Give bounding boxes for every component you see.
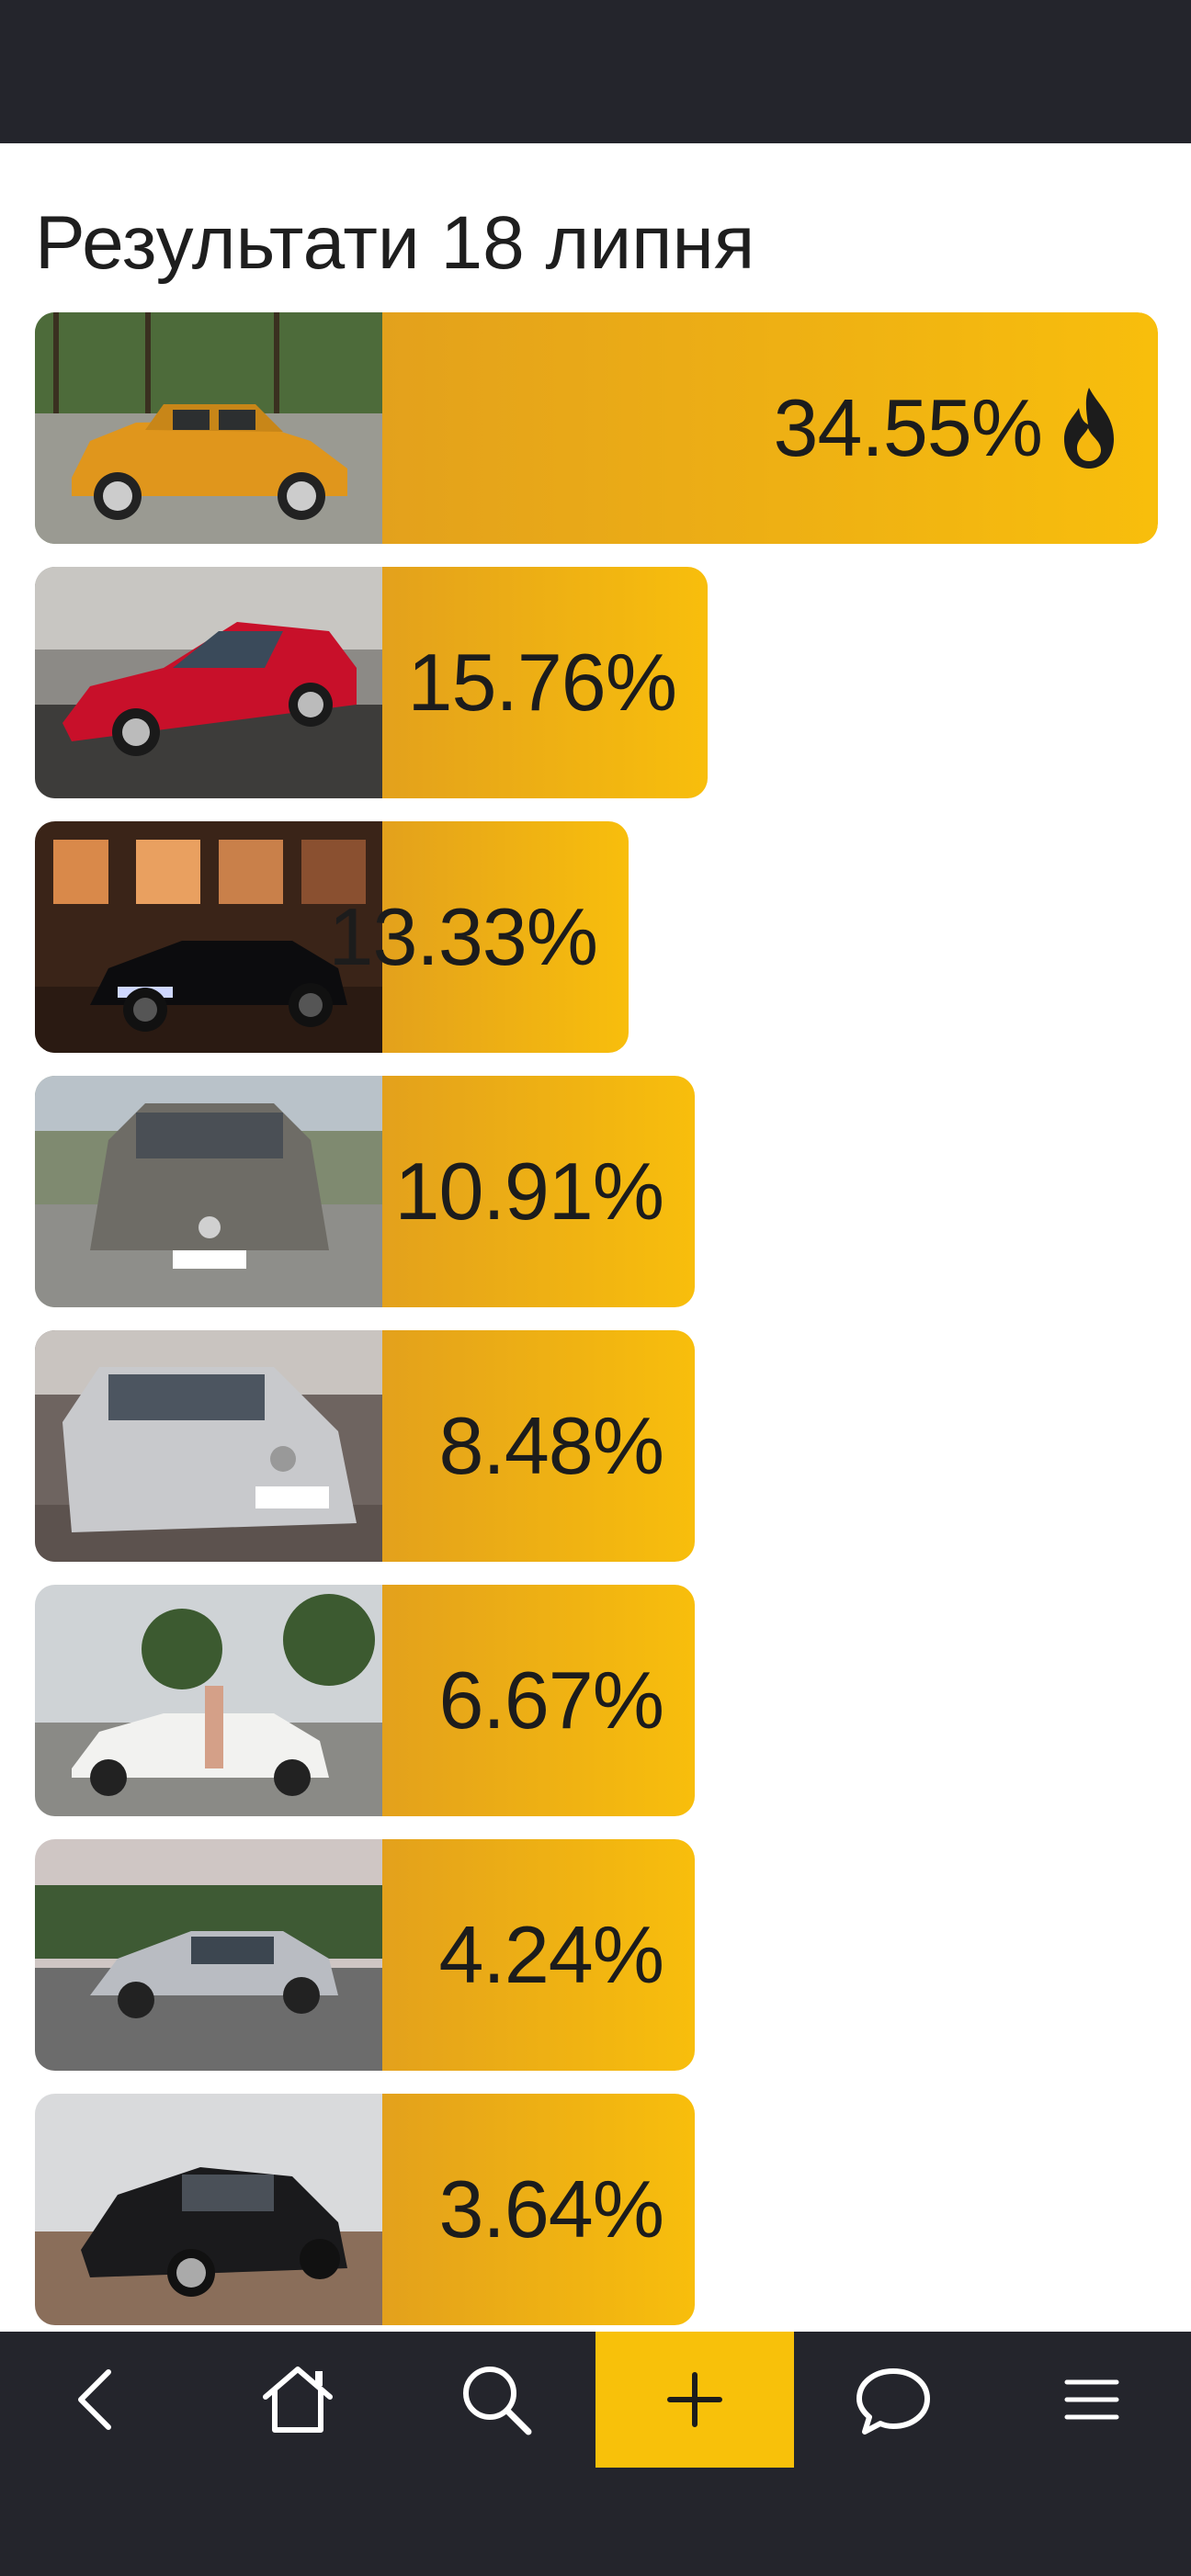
percent-label: 10.91% — [394, 1146, 664, 1237]
percent-label: 15.76% — [407, 637, 677, 728]
result-row[interactable]: 6.67% — [35, 1585, 1158, 1816]
percent-label: 34.55% — [773, 382, 1043, 473]
result-row[interactable]: 4.24% — [35, 1839, 1158, 2071]
percent-label: 8.48% — [438, 1400, 664, 1491]
result-bar: 34.55% — [382, 312, 1158, 544]
result-row[interactable]: 13.33% — [35, 821, 1158, 1053]
car-photo — [35, 1076, 382, 1307]
result-row[interactable]: 15.76% — [35, 567, 1158, 798]
page-title: Результати 18 липня — [35, 201, 755, 285]
search-icon — [463, 2367, 532, 2435]
result-bar: 8.48% — [382, 1330, 695, 1562]
car-photo — [35, 1330, 382, 1562]
result-row[interactable]: 8.48% — [35, 1330, 1158, 1562]
car-photo — [35, 312, 382, 544]
chat-icon — [856, 2368, 930, 2435]
result-row[interactable]: 10.91% — [35, 1076, 1158, 1307]
plus-icon — [667, 2372, 722, 2427]
car-photo — [35, 1839, 382, 2071]
percent-label: 3.64% — [438, 2164, 664, 2254]
add-button[interactable] — [596, 2332, 794, 2468]
percent-label: 4.24% — [438, 1909, 664, 2000]
car-photo — [35, 567, 382, 798]
result-row[interactable]: 3.64% — [35, 2094, 1158, 2325]
chat-button[interactable] — [794, 2332, 992, 2468]
home-button[interactable] — [198, 2332, 397, 2468]
menu-icon — [1064, 2379, 1119, 2420]
result-row[interactable]: 34.55% — [35, 312, 1158, 544]
result-bar: 15.76% — [382, 567, 708, 798]
result-bar: 3.64% — [382, 2094, 695, 2325]
result-bar: 10.91% — [382, 1076, 695, 1307]
result-bar: 13.33% — [329, 821, 629, 1053]
status-bar — [0, 0, 1191, 143]
percent-label: 13.33% — [328, 891, 598, 982]
home-icon — [263, 2367, 333, 2433]
back-button[interactable] — [0, 2332, 198, 2468]
car-photo — [35, 1585, 382, 1816]
results-list: 34.55% 15.76% 13.33% 10.91% 8.48% 6.67% … — [35, 312, 1158, 2348]
fire-icon — [1064, 388, 1114, 469]
search-button[interactable] — [397, 2332, 596, 2468]
car-photo — [35, 2094, 382, 2325]
back-icon — [78, 2369, 111, 2430]
menu-button[interactable] — [992, 2332, 1191, 2468]
result-bar: 6.67% — [382, 1585, 695, 1816]
bottom-navigation — [0, 2332, 1191, 2576]
percent-label: 6.67% — [438, 1655, 664, 1746]
result-bar: 4.24% — [382, 1839, 695, 2071]
